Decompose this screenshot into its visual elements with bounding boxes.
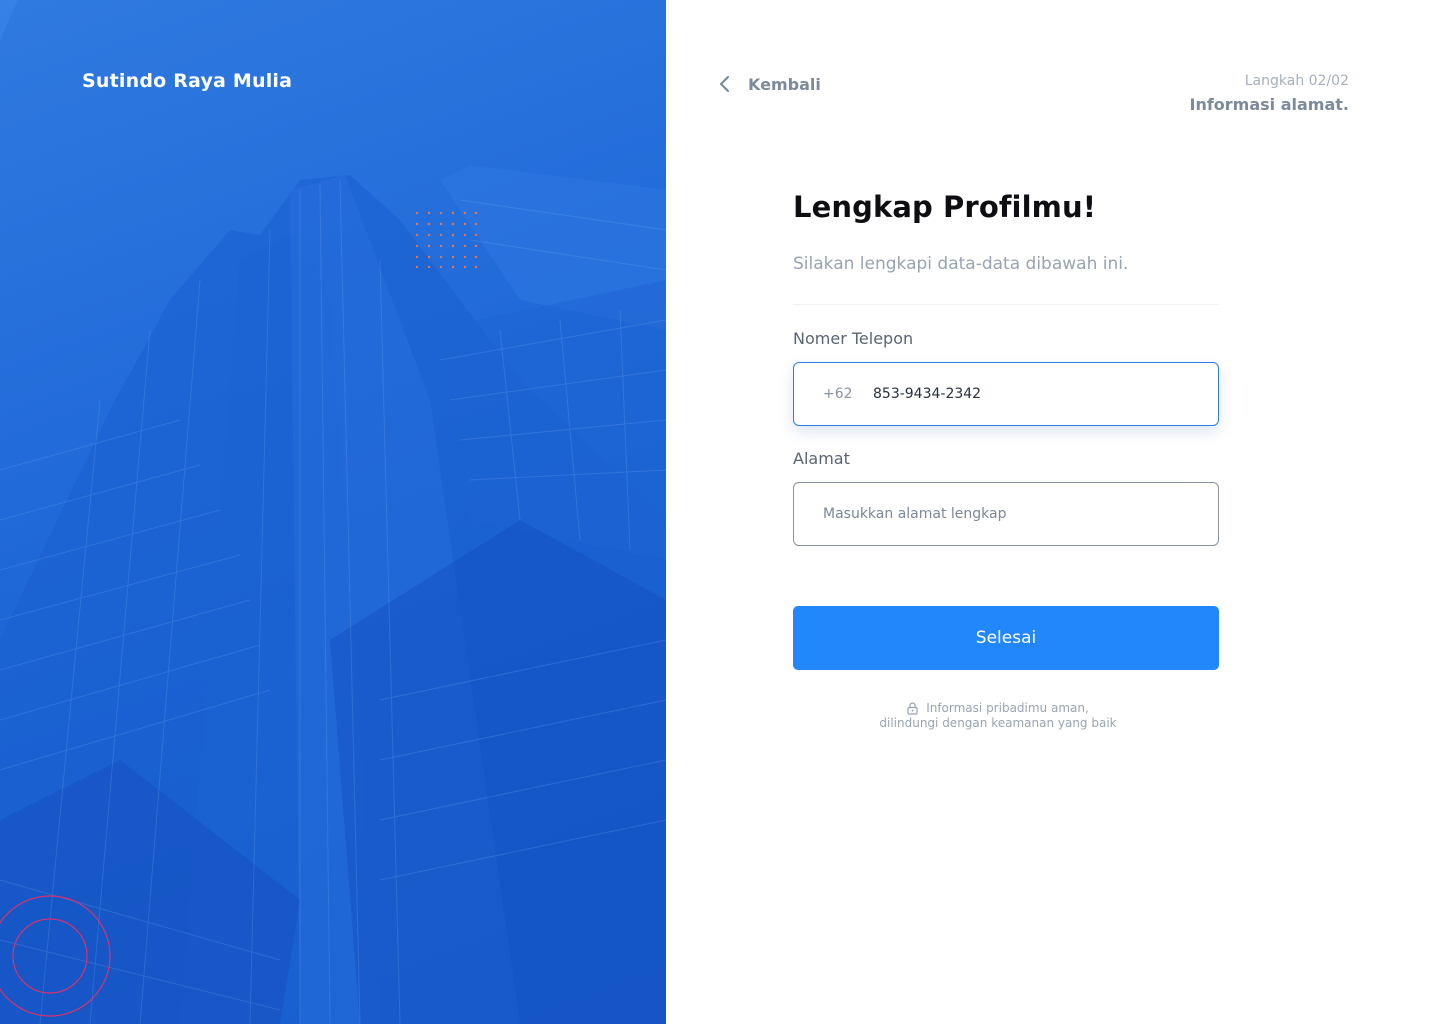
security-note-line2: dilindungi dengan keamanan yang baik [879, 716, 1117, 730]
security-note-line1: Informasi pribadimu aman, [926, 701, 1089, 715]
building-illustration [0, 0, 666, 1024]
phone-label: Nomer Telepon [793, 329, 914, 348]
submit-button[interactable]: Selesai [793, 606, 1219, 670]
phone-input[interactable] [873, 386, 1173, 402]
step-indicator: Langkah 02/02 Informasi alamat. [1189, 73, 1349, 114]
lock-icon [907, 702, 918, 715]
address-input[interactable] [823, 506, 1123, 522]
step-count: Langkah 02/02 [1244, 73, 1349, 89]
address-field[interactable] [793, 482, 1219, 546]
back-button[interactable]: Kembali [718, 70, 821, 98]
address-label: Alamat [793, 449, 850, 468]
hero-panel: Sutindo Raya Mulia [0, 0, 666, 1024]
phone-field[interactable]: +62 [793, 362, 1219, 426]
step-title: Informasi alamat. [1189, 95, 1349, 114]
phone-prefix: +62 [823, 386, 853, 402]
chevron-left-icon [718, 70, 736, 98]
divider [793, 304, 1219, 305]
profile-form: Lengkap Profilmu! Silakan lengkapi data-… [793, 190, 1219, 731]
brand-name: Sutindo Raya Mulia [82, 70, 293, 92]
page-subtitle: Silakan lengkapi data-data dibawah ini. [793, 254, 1129, 274]
security-note: Informasi pribadimu aman, dilindungi den… [793, 701, 1203, 731]
page-title: Lengkap Profilmu! [793, 190, 1097, 224]
back-label: Kembali [748, 74, 821, 94]
